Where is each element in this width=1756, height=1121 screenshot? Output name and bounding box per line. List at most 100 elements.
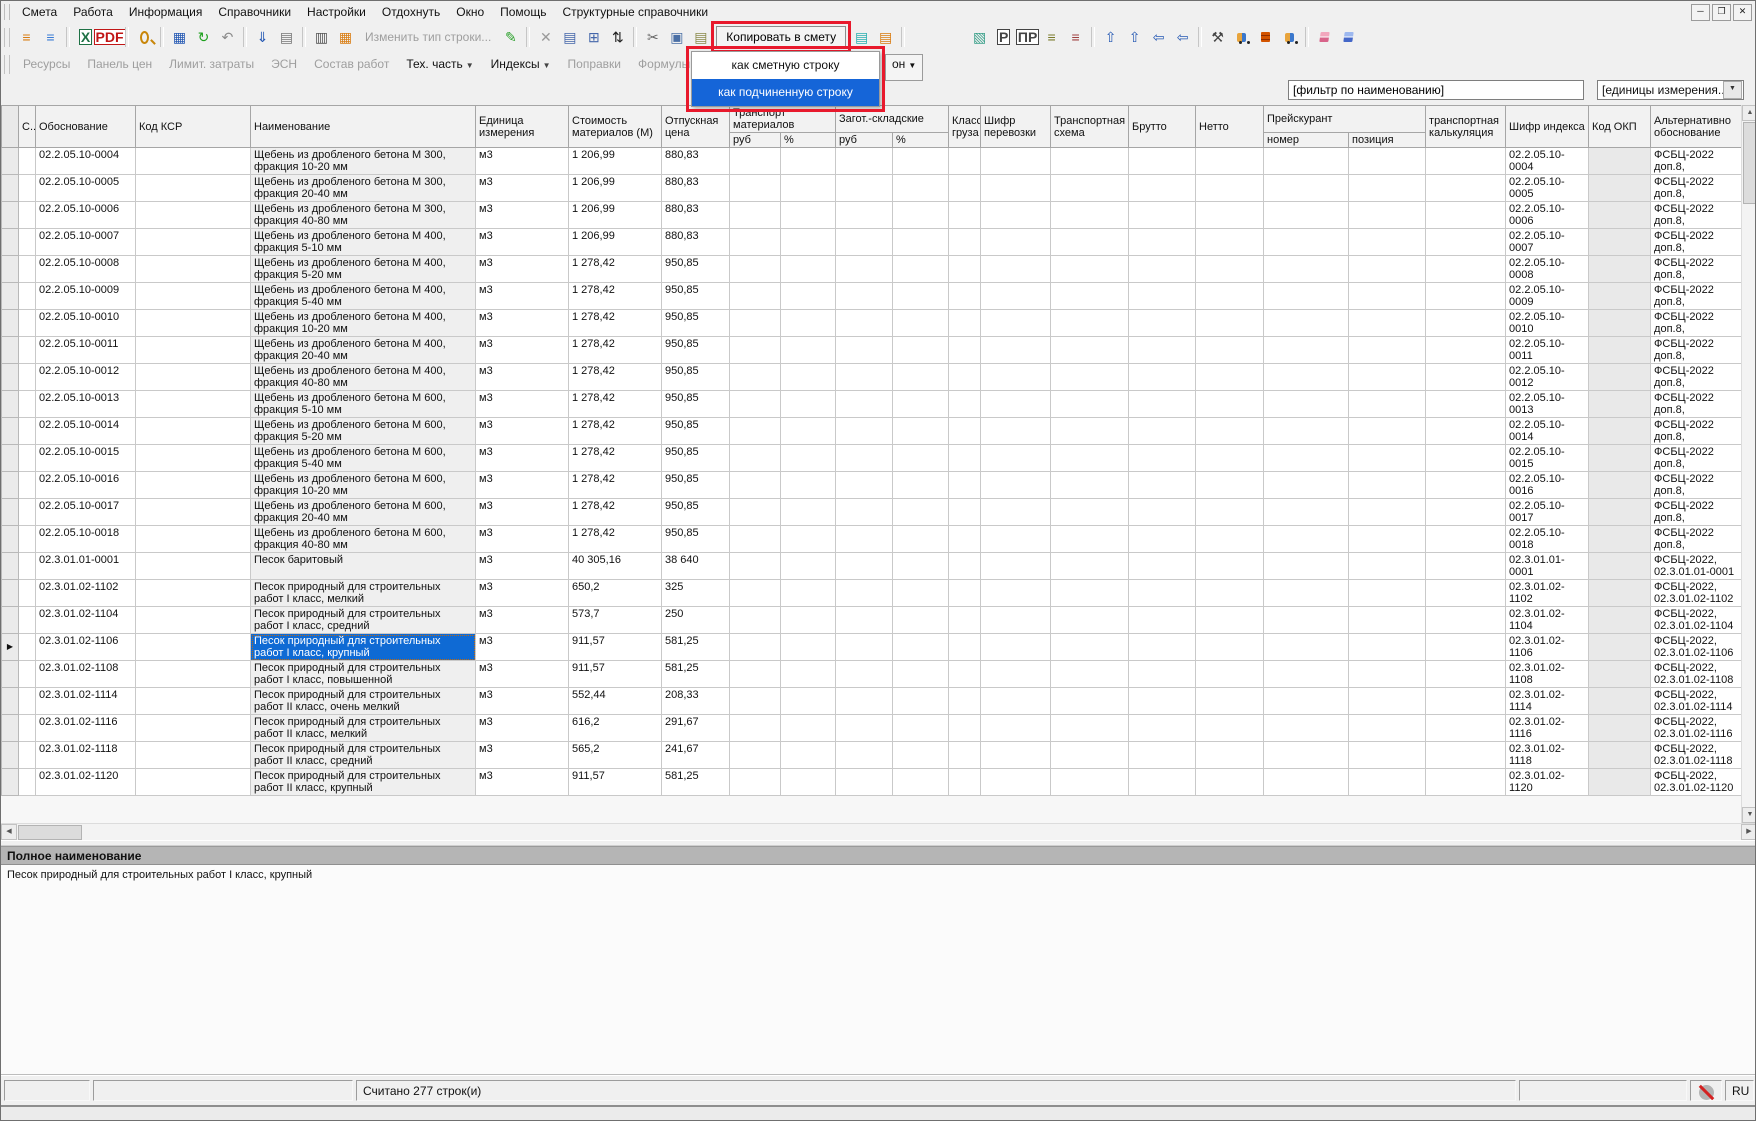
cell-preyskurant-nomer[interactable]: [1264, 445, 1349, 472]
header-obosnovanie[interactable]: Обоснование: [36, 106, 136, 148]
cell-alt-obosnovanie[interactable]: ФСБЦ-2022 доп.8,: [1651, 364, 1741, 391]
cell-transportnaya-kalkulyatsiya[interactable]: [1426, 715, 1506, 742]
cell-alt-obosnovanie[interactable]: ФСБЦ-2022, 02.3.01.02-1118: [1651, 742, 1741, 769]
cell-netto[interactable]: [1196, 256, 1264, 283]
cell-brutto[interactable]: [1129, 472, 1196, 499]
cell-otpusknaya[interactable]: 250: [662, 607, 730, 634]
cell-edinitsa[interactable]: м3: [476, 742, 569, 769]
table-row[interactable]: 02.3.01.02-1102Песок природный для строи…: [2, 580, 1742, 607]
table-row[interactable]: 02.3.01.02-1118Песок природный для строи…: [2, 742, 1742, 769]
minimize-button[interactable]: ─: [1691, 4, 1710, 21]
cell-stoimost[interactable]: 1 206,99: [569, 229, 662, 256]
cell-kod-okp[interactable]: [1589, 634, 1651, 661]
cell-brutto[interactable]: [1129, 580, 1196, 607]
cell-zagot-pct[interactable]: [893, 769, 949, 796]
cell-kod-ksr[interactable]: [136, 634, 251, 661]
cell-alt-obosnovanie[interactable]: ФСБЦ-2022 доп.8,: [1651, 526, 1741, 553]
row-selector[interactable]: [2, 499, 19, 526]
cell-netto[interactable]: [1196, 499, 1264, 526]
cell-brutto[interactable]: [1129, 742, 1196, 769]
cell-otpusknaya[interactable]: 950,85: [662, 364, 730, 391]
cell-transport-pct[interactable]: [781, 472, 836, 499]
cell-kod-ksr[interactable]: [136, 364, 251, 391]
cell-alt-obosnovanie[interactable]: ФСБЦ-2022 доп.8,: [1651, 445, 1741, 472]
cell-naimenovanie[interactable]: Щебень из дробленого бетона М 400, фракц…: [251, 364, 476, 391]
vertical-scrollbar[interactable]: ▲ ▼: [1741, 105, 1756, 823]
header-s[interactable]: С..: [19, 106, 36, 148]
cell-stoimost[interactable]: 573,7: [569, 607, 662, 634]
cell-transportnaya-kalkulyatsiya[interactable]: [1426, 526, 1506, 553]
table-row[interactable]: 02.2.05.10-0007Щебень из дробленого бето…: [2, 229, 1742, 256]
cell-otpusknaya[interactable]: 950,85: [662, 337, 730, 364]
cell-alt-obosnovanie[interactable]: ФСБЦ-2022 доп.8,: [1651, 283, 1741, 310]
cell-preyskurant-pozitsiya[interactable]: [1349, 607, 1426, 634]
cell-transport-pct[interactable]: [781, 499, 836, 526]
cell-preyskurant-pozitsiya[interactable]: [1349, 148, 1426, 175]
row-selector[interactable]: [2, 310, 19, 337]
cell-transport-pct[interactable]: [781, 202, 836, 229]
cell-edinitsa[interactable]: м3: [476, 661, 569, 688]
cell-zagot-pct[interactable]: [893, 418, 949, 445]
header-preyskurant-pozitsiya[interactable]: позиция: [1349, 133, 1426, 148]
row-selector[interactable]: [2, 283, 19, 310]
cell-s[interactable]: [19, 229, 36, 256]
cell-s[interactable]: [19, 148, 36, 175]
cell-brutto[interactable]: [1129, 445, 1196, 472]
paint-icon[interactable]: ▧: [968, 26, 991, 49]
cell-transportnaya-kalkulyatsiya[interactable]: [1426, 256, 1506, 283]
cell-edinitsa[interactable]: м3: [476, 472, 569, 499]
language-indicator[interactable]: RU: [1725, 1080, 1754, 1101]
cell-naimenovanie[interactable]: Песок природный для строительных работ I…: [251, 607, 476, 634]
cell-edinitsa[interactable]: м3: [476, 256, 569, 283]
table-row[interactable]: 02.2.05.10-0013Щебень из дробленого бето…: [2, 391, 1742, 418]
cell-transportnaya-shema[interactable]: [1051, 661, 1129, 688]
cell-preyskurant-pozitsiya[interactable]: [1349, 310, 1426, 337]
cell-edinitsa[interactable]: м3: [476, 283, 569, 310]
cell-stoimost[interactable]: 1 278,42: [569, 526, 662, 553]
cell-brutto[interactable]: [1129, 607, 1196, 634]
cell-transport-pct[interactable]: [781, 148, 836, 175]
cell-transportnaya-shema[interactable]: [1051, 418, 1129, 445]
cell-transportnaya-kalkulyatsiya[interactable]: [1426, 553, 1506, 580]
cell-zagot-pct[interactable]: [893, 148, 949, 175]
cell-shifr-indeksa[interactable]: 02.2.05.10-0017: [1506, 499, 1589, 526]
cell-kod-ksr[interactable]: [136, 742, 251, 769]
scroll-right-icon[interactable]: ▶: [1741, 824, 1756, 840]
cell-preyskurant-pozitsiya[interactable]: [1349, 634, 1426, 661]
tree-delete-icon[interactable]: ≡: [1064, 26, 1087, 49]
cell-transportnaya-shema[interactable]: [1051, 688, 1129, 715]
cell-stoimost[interactable]: 1 278,42: [569, 337, 662, 364]
cell-shifr-perevozki[interactable]: [981, 607, 1051, 634]
indent-left2-icon[interactable]: ⇦: [1171, 26, 1194, 49]
cell-transport-pct[interactable]: [781, 688, 836, 715]
cell-netto[interactable]: [1196, 661, 1264, 688]
cell-transport-pct[interactable]: [781, 256, 836, 283]
cell-transport-pct[interactable]: [781, 661, 836, 688]
cell-edinitsa[interactable]: м3: [476, 445, 569, 472]
cell-s[interactable]: [19, 310, 36, 337]
cell-shifr-perevozki[interactable]: [981, 175, 1051, 202]
cell-obosnovanie[interactable]: 02.2.05.10-0005: [36, 175, 136, 202]
row-selector[interactable]: [2, 661, 19, 688]
cell-zagot-rub[interactable]: [836, 742, 893, 769]
cell-naimenovanie[interactable]: Песок природный для строительных работ I…: [251, 661, 476, 688]
cell-klass-gruza[interactable]: [949, 364, 981, 391]
cell-preyskurant-nomer[interactable]: [1264, 283, 1349, 310]
cell-stoimost[interactable]: 1 278,42: [569, 364, 662, 391]
cell-preyskurant-pozitsiya[interactable]: [1349, 661, 1426, 688]
cell-kod-ksr[interactable]: [136, 391, 251, 418]
menu-nastroyki[interactable]: Настройки: [299, 2, 374, 22]
cell-s[interactable]: [19, 418, 36, 445]
cell-kod-ksr[interactable]: [136, 202, 251, 229]
cell-preyskurant-pozitsiya[interactable]: [1349, 769, 1426, 796]
cell-preyskurant-pozitsiya[interactable]: [1349, 391, 1426, 418]
cell-preyskurant-pozitsiya[interactable]: [1349, 256, 1426, 283]
cell-zagot-pct[interactable]: [893, 607, 949, 634]
print-icon[interactable]: ▥: [310, 26, 333, 49]
cell-klass-gruza[interactable]: [949, 310, 981, 337]
cell-transportnaya-kalkulyatsiya[interactable]: [1426, 472, 1506, 499]
cell-preyskurant-nomer[interactable]: [1264, 418, 1349, 445]
menu-rabota[interactable]: Работа: [65, 2, 121, 22]
cell-preyskurant-nomer[interactable]: [1264, 634, 1349, 661]
panel-button-panel-tsen[interactable]: Панель цен: [79, 53, 160, 75]
